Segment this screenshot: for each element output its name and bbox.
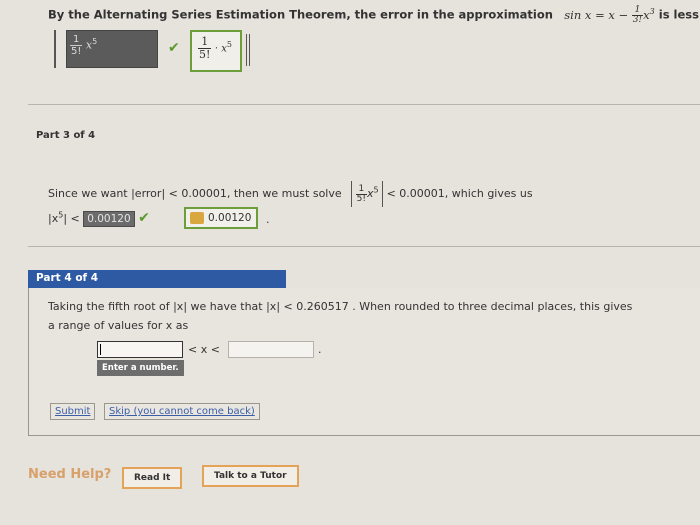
part2-correct-answer: 1 5! · x5 [190, 30, 242, 72]
key-icon [190, 212, 204, 224]
divider-1 [28, 104, 700, 105]
need-help-label: Need Help? [28, 467, 112, 482]
inequality-label: < x < [188, 343, 220, 356]
part3-period: . [266, 213, 270, 226]
text-cursor [100, 344, 101, 355]
read-it-button[interactable]: Read It [122, 467, 183, 489]
upper-bound-input[interactable] [228, 341, 314, 358]
part3-statement: Since we want |error| < 0.00001, then we… [48, 181, 533, 207]
lower-bound-input[interactable] [97, 341, 183, 358]
part3-correct-answer: 0.00120 [184, 207, 259, 229]
part4-line1: Taking the fifth root of |x| we have tha… [48, 300, 633, 313]
part4-period: . [318, 343, 322, 356]
part3-answer-row: |x5| < 0.00120 ✔ [48, 210, 150, 227]
abs-bar-left [54, 30, 56, 68]
part4-line2: a range of values for x as [48, 319, 189, 332]
part3-answer-input[interactable]: 0.00120 [83, 211, 135, 227]
part3-heading: Part 3 of 4 [36, 130, 96, 141]
talk-to-tutor-button[interactable]: Talk to a Tutor [202, 465, 299, 487]
part2-answer-input[interactable]: 1 5! x5 [66, 30, 158, 68]
abs-bar-right-2 [249, 34, 250, 66]
divider-2 [28, 246, 700, 247]
input-tooltip: Enter a number. [97, 360, 184, 376]
abs-bar-right [246, 34, 247, 66]
submit-button[interactable]: Submit [50, 403, 96, 420]
part2-statement: By the Alternating Series Estimation The… [48, 5, 700, 25]
part4-heading: Part 4 of 4 [28, 270, 286, 288]
skip-button[interactable]: Skip (you cannot come back) [104, 403, 260, 420]
check-icon: ✔ [138, 210, 150, 226]
check-icon: ✔ [168, 40, 180, 56]
